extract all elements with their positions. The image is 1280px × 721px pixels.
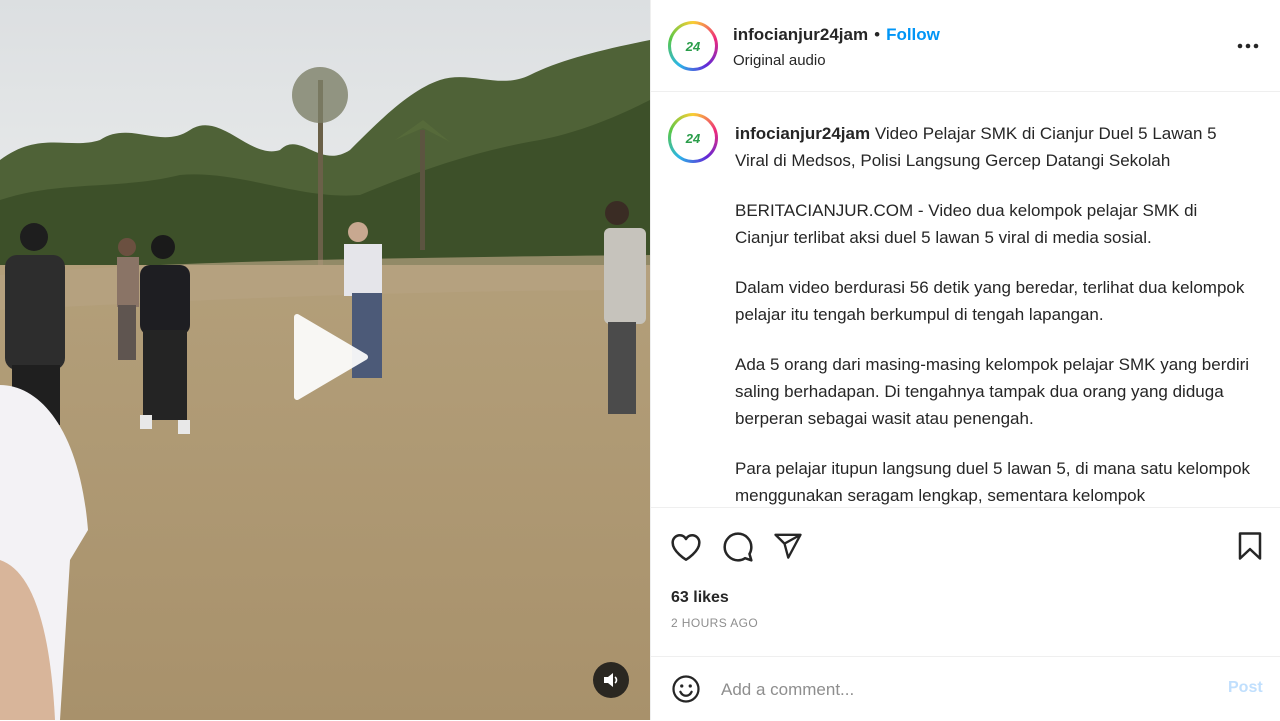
comment-icon — [723, 532, 753, 562]
header-title-row: infocianjur24jam • Follow — [733, 25, 940, 45]
post-video[interactable] — [0, 0, 650, 720]
avatar[interactable]: 24 — [668, 21, 718, 71]
caption-username[interactable]: infocianjur24jam — [735, 124, 870, 143]
share-icon — [774, 533, 802, 559]
comment-input[interactable] — [719, 675, 1203, 705]
more-horizontal-icon — [1237, 43, 1259, 49]
avatar-logo: 24 — [671, 24, 715, 68]
play-icon — [294, 314, 368, 400]
comment-row: Post — [651, 656, 1280, 721]
caption-avatar[interactable]: 24 — [668, 113, 718, 163]
caption-text: infocianjur24jam Video Pelajar SMK di Ci… — [735, 120, 1255, 507]
caption-paragraph: BERITACIANJUR.COM - Video dua kelompok p… — [735, 201, 1198, 247]
likes-count[interactable]: 63 likes — [671, 589, 729, 607]
separator-dot: • — [874, 25, 881, 44]
caption-area[interactable]: 24 infocianjur24jam Video Pelajar SMK di… — [651, 92, 1280, 507]
caption-avatar-text: 24 — [685, 130, 701, 146]
post-comment-button[interactable]: Post — [1228, 679, 1263, 697]
emoji-button[interactable] — [671, 674, 701, 709]
bookmark-icon — [1238, 532, 1262, 560]
action-bar: 63 likes 2 HOURS AGO Post — [651, 507, 1280, 720]
share-button[interactable] — [773, 531, 803, 566]
caption-paragraph: Ada 5 orang dari masing-masing kelompok … — [735, 355, 1250, 428]
caption-paragraph: Para pelajar itupun langsung duel 5 lawa… — [735, 459, 1251, 505]
audio-label[interactable]: Original audio — [733, 52, 826, 69]
more-options-button[interactable] — [1233, 34, 1263, 58]
like-button[interactable] — [670, 532, 702, 567]
caption-avatar-logo: 24 — [671, 116, 715, 160]
post-timestamp[interactable]: 2 HOURS AGO — [671, 616, 758, 630]
post-header: 24 infocianjur24jam • Follow Original au… — [651, 0, 1280, 92]
caption-paragraph: Dalam video berdurasi 56 detik yang bere… — [735, 278, 1245, 324]
save-button[interactable] — [1237, 531, 1263, 566]
mute-button[interactable] — [593, 662, 629, 698]
avatar-text: 24 — [685, 38, 701, 54]
caption-title-paragraph: infocianjur24jam Video Pelajar SMK di Ci… — [735, 120, 1255, 174]
speaker-icon — [604, 673, 618, 687]
play-button[interactable] — [284, 311, 374, 403]
follow-button[interactable]: Follow — [886, 25, 940, 45]
post-panel: 24 infocianjur24jam • Follow Original au… — [650, 0, 1280, 720]
comment-button[interactable] — [722, 531, 754, 568]
emoji-icon — [672, 675, 700, 703]
heart-icon — [671, 534, 701, 561]
header-username[interactable]: infocianjur24jam — [733, 25, 868, 45]
